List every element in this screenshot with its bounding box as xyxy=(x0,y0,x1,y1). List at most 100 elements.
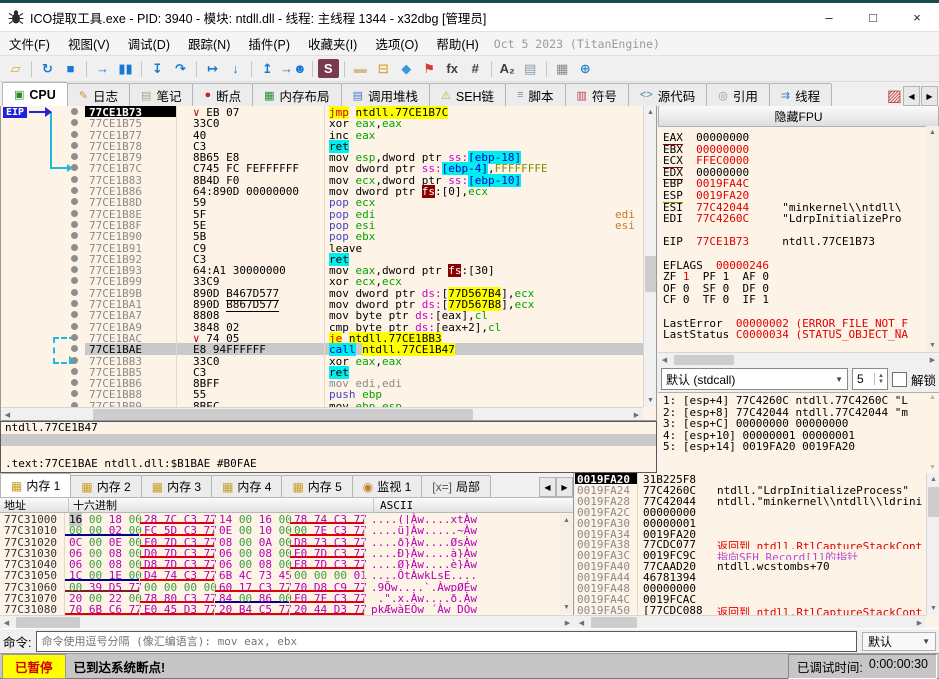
disasm-row[interactable]: 77CE1BAC ∨ 74 05 je ntdll.77CE1BB3 xyxy=(1,331,656,345)
tab-memory-map[interactable]: ▦ 内存布局 xyxy=(252,83,342,106)
disasm-row[interactable]: 77CE1B77 40 inc eax xyxy=(1,128,656,142)
menu-item[interactable]: 插件(P) xyxy=(239,34,299,53)
restart-icon[interactable]: ↻ xyxy=(37,59,58,78)
menu-item[interactable]: 调试(D) xyxy=(119,34,179,53)
menu-item[interactable]: 收藏夹(I) xyxy=(299,34,366,53)
dump-tab-memory-3[interactable]: ▦ 内存 3 xyxy=(140,475,213,497)
tab-threads[interactable]: ⇉ 线程 xyxy=(768,83,833,106)
dump-tab-scroll-button[interactable]: ▶ xyxy=(556,477,573,497)
disasm-row[interactable]: 77CE1B8D 59 pop ecx xyxy=(1,196,656,209)
stack-row[interactable]: 0019FA44 46781394 xyxy=(575,571,939,584)
disasm-row[interactable]: 77CE1BB3 33C0 xor eax,eax xyxy=(1,354,656,368)
dump-tab-memory-5[interactable]: ▦ 内存 5 xyxy=(281,475,353,497)
tab-notes[interactable]: ▤ 笔记 xyxy=(129,83,194,106)
assemble-icon[interactable]: A₂ xyxy=(497,59,518,78)
tab-call-stack[interactable]: ▤ 调用堆栈 xyxy=(340,83,430,106)
disasm-row[interactable]: 77CE1B8F 5E pop esi esi xyxy=(1,218,656,232)
stop-icon[interactable]: ■ xyxy=(60,59,81,78)
step-out-icon[interactable]: ↥ xyxy=(257,59,278,78)
dump-row[interactable]: 77C31020 0C 00 0E 00 F0 7D C3 77 08 00 0A 0… xyxy=(0,535,573,549)
disasm-row[interactable]: 77CE1B86 64:890D 00000000 mov dword ptr fs… xyxy=(1,185,656,199)
disasm-row[interactable]: 77CE1B83 8B4D F0 mov ecx,dword ptr ss:[ebp… xyxy=(1,173,656,187)
step-over-icon[interactable]: ↷ xyxy=(170,59,191,78)
disasm-row[interactable]: 77CE1B90 5B pop ebx xyxy=(1,230,656,243)
tab-scroll-button[interactable]: ▶ xyxy=(921,86,938,106)
register-line[interactable]: LastStatus C0000034 (STATUS_OBJECT_NA xyxy=(658,329,926,341)
argument-count-spinner[interactable]: 5 ▲ ▼ xyxy=(851,368,888,390)
disasm-vertical-scrollbar[interactable]: ▲ ▼ xyxy=(643,106,656,407)
disasm-row[interactable]: 77CE1B75 33C0 xor eax,eax xyxy=(1,117,656,130)
unlock-checkbox[interactable] xyxy=(891,371,907,387)
disasm-row[interactable]: 77CE1B91 C9 leave xyxy=(1,241,656,255)
argument-line[interactable]: 5: [esp+14] 0019FA20 0019FA20 xyxy=(658,441,939,453)
command-input[interactable] xyxy=(36,630,857,652)
dump-horizontal-scrollbar[interactable]: ◀ ▶ xyxy=(0,615,574,628)
dump-row[interactable]: 77C31040 06 00 08 00 D8 7D C3 77 06 00 08 0… xyxy=(0,558,573,571)
menu-item[interactable]: 文件(F) xyxy=(0,34,59,53)
dump-tab-locals[interactable]: [x=] 局部 xyxy=(421,475,491,497)
menu-item[interactable]: 选项(O) xyxy=(366,34,427,53)
stack-row[interactable]: 0019FA4C 0019FCAC xyxy=(575,592,939,606)
arguments-list[interactable]: 1: [esp+4] 77C4260C ntdll.77C4260C "L 2: … xyxy=(658,392,939,473)
arguments-scrollbar[interactable]: ▲ ▼ xyxy=(927,394,938,471)
tab-breakpoints[interactable]: ● 断点 xyxy=(192,83,254,106)
run-icon[interactable]: → xyxy=(92,59,113,78)
disasm-horizontal-scrollbar[interactable]: ◀ ▶ xyxy=(1,407,643,420)
stack-row[interactable]: 0019FA50 [77CDC088 返回到 ntdll.RtlCaptureSta… xyxy=(575,603,939,617)
dump-row[interactable]: 77C31030 06 00 08 00 D0 7D C3 77 06 00 08 0… xyxy=(0,546,573,560)
stack-row[interactable]: 0019FA34 0019FA20 xyxy=(575,527,939,541)
stack-row[interactable]: 0019FA48 00000000 xyxy=(575,582,939,595)
spinner-arrows-icon[interactable]: ▲ ▼ xyxy=(873,373,887,385)
register-line[interactable]: EIP 77CE1B73 ntdll.77CE1B73 xyxy=(658,236,926,248)
execute-till-return-icon[interactable]: →☻ xyxy=(280,59,307,78)
disasm-row[interactable]: 77CE1B73 ∨ EB 07 jmp ntdll.77CE1B7C xyxy=(1,106,656,119)
registers-horizontal-scrollbar[interactable]: ◀ ▶ xyxy=(658,352,939,366)
dump-row[interactable]: 77C31060 00 39 D5 77 00 00 00 00 60 17 C3 7… xyxy=(0,580,573,594)
trace-icon[interactable]: S xyxy=(317,59,339,78)
open-file-icon[interactable]: ▱ xyxy=(5,59,26,78)
register-list[interactable]: EAX 00000000 EBX 00000000 ECX FFEC0000 EDX … xyxy=(658,126,926,352)
hide-fpu-button[interactable]: 隐藏FPU xyxy=(658,106,939,127)
tab-scroll-button[interactable]: ◀ xyxy=(903,86,920,106)
dump-vertical-scrollbar[interactable]: ▲ ▼ xyxy=(560,514,572,614)
dump-tab-scroll-button[interactable]: ◀ xyxy=(539,477,556,497)
stack-horizontal-scrollbar[interactable]: ◀ ▶ xyxy=(575,615,926,628)
disasm-row[interactable]: 77CE1BA7 8808 mov byte ptr ds:[eax],cl xyxy=(1,309,656,322)
disassembly-pane[interactable]: EIP 77CE1B73 ∨ EB 07 jmp ntdll.77CE1B7C 77C… xyxy=(0,106,657,421)
stack-row[interactable]: 0019FA24 77C4260C ntdll."LdrpInitializePro… xyxy=(575,483,939,497)
disasm-row[interactable]: 77CE1BAE E8 94FFFFFF call ntdll.77CE1B47 xyxy=(1,343,656,357)
dump-row[interactable]: 77C31050 1C 00 1E 00 D4 74 C3 77 6B 4C 73 4… xyxy=(0,569,573,582)
stack-row[interactable]: 0019FA40 77CAAD20 ntdll.wcstombs+70 xyxy=(575,560,939,573)
tab-log[interactable]: ✎ 日志 xyxy=(66,83,131,106)
tab-seh[interactable]: ⚠ SEH链 xyxy=(428,83,507,106)
disasm-row[interactable]: 77CE1B78 C3 ret xyxy=(1,139,656,153)
argument-line[interactable]: 1: [esp+4] 77C4260C ntdll.77C4260C "L xyxy=(658,395,939,407)
tab-symbols[interactable]: ▥ 符号 xyxy=(564,83,629,106)
registers-vertical-scrollbar[interactable]: ▲ ▼ xyxy=(926,126,939,352)
stack-row[interactable]: 0019FA20 31B225F8 xyxy=(575,473,939,486)
dump-row[interactable]: 77C31010 00 00 02 00 FC 5D C3 77 0E 00 10 0… xyxy=(0,524,573,537)
disasm-row[interactable]: 77CE1B9B 890D B467D577 mov dword ptr ds:[7… xyxy=(1,286,656,301)
calling-convention-select[interactable]: 默认 (stdcall) ▼ xyxy=(661,368,848,390)
disasm-row[interactable]: 77CE1BB5 C3 ret xyxy=(1,365,656,379)
close-button[interactable]: × xyxy=(895,3,939,31)
bookmark-icon[interactable]: ⚑ xyxy=(419,59,440,78)
disasm-row[interactable]: 77CE1B92 C3 ret xyxy=(1,252,656,266)
disasm-row[interactable]: 77CE1BB6 8BFF mov edi,edi xyxy=(1,377,656,390)
step-down-icon[interactable]: ↓ xyxy=(225,59,246,78)
comment-icon[interactable]: ⊟ xyxy=(373,59,394,78)
stack-vertical-scrollbar[interactable]: ▲ ▼ xyxy=(926,473,939,615)
menu-item[interactable]: 帮助(H) xyxy=(427,34,487,53)
command-scope-dropdown[interactable]: 默认 ▼ xyxy=(862,631,936,651)
menu-item[interactable]: 视图(V) xyxy=(59,34,119,53)
disasm-row[interactable]: 77CE1BB8 55 push ebp xyxy=(1,388,656,401)
dump-tab-memory-2[interactable]: ▦ 内存 2 xyxy=(70,475,142,497)
stack-row[interactable]: 0019FA38 77CDC077 返回到 ntdll.RtlCaptureStac… xyxy=(575,538,939,551)
changelog-icon[interactable]: ▨ xyxy=(887,86,902,106)
menu-item[interactable]: 跟踪(N) xyxy=(179,34,239,53)
disasm-row[interactable]: 77CE1BA1 890D B867D577 mov dword ptr ds:[7… xyxy=(1,298,656,313)
tab-source[interactable]: <> 源代码 xyxy=(627,83,708,106)
stack-row[interactable]: 0019FA28 77C42044 ntdll."minkernel\\ntdll\… xyxy=(575,494,939,508)
dump-tab-memory-4[interactable]: ▦ 内存 4 xyxy=(211,475,283,497)
tab-cpu[interactable]: ▣ CPU xyxy=(2,82,68,106)
